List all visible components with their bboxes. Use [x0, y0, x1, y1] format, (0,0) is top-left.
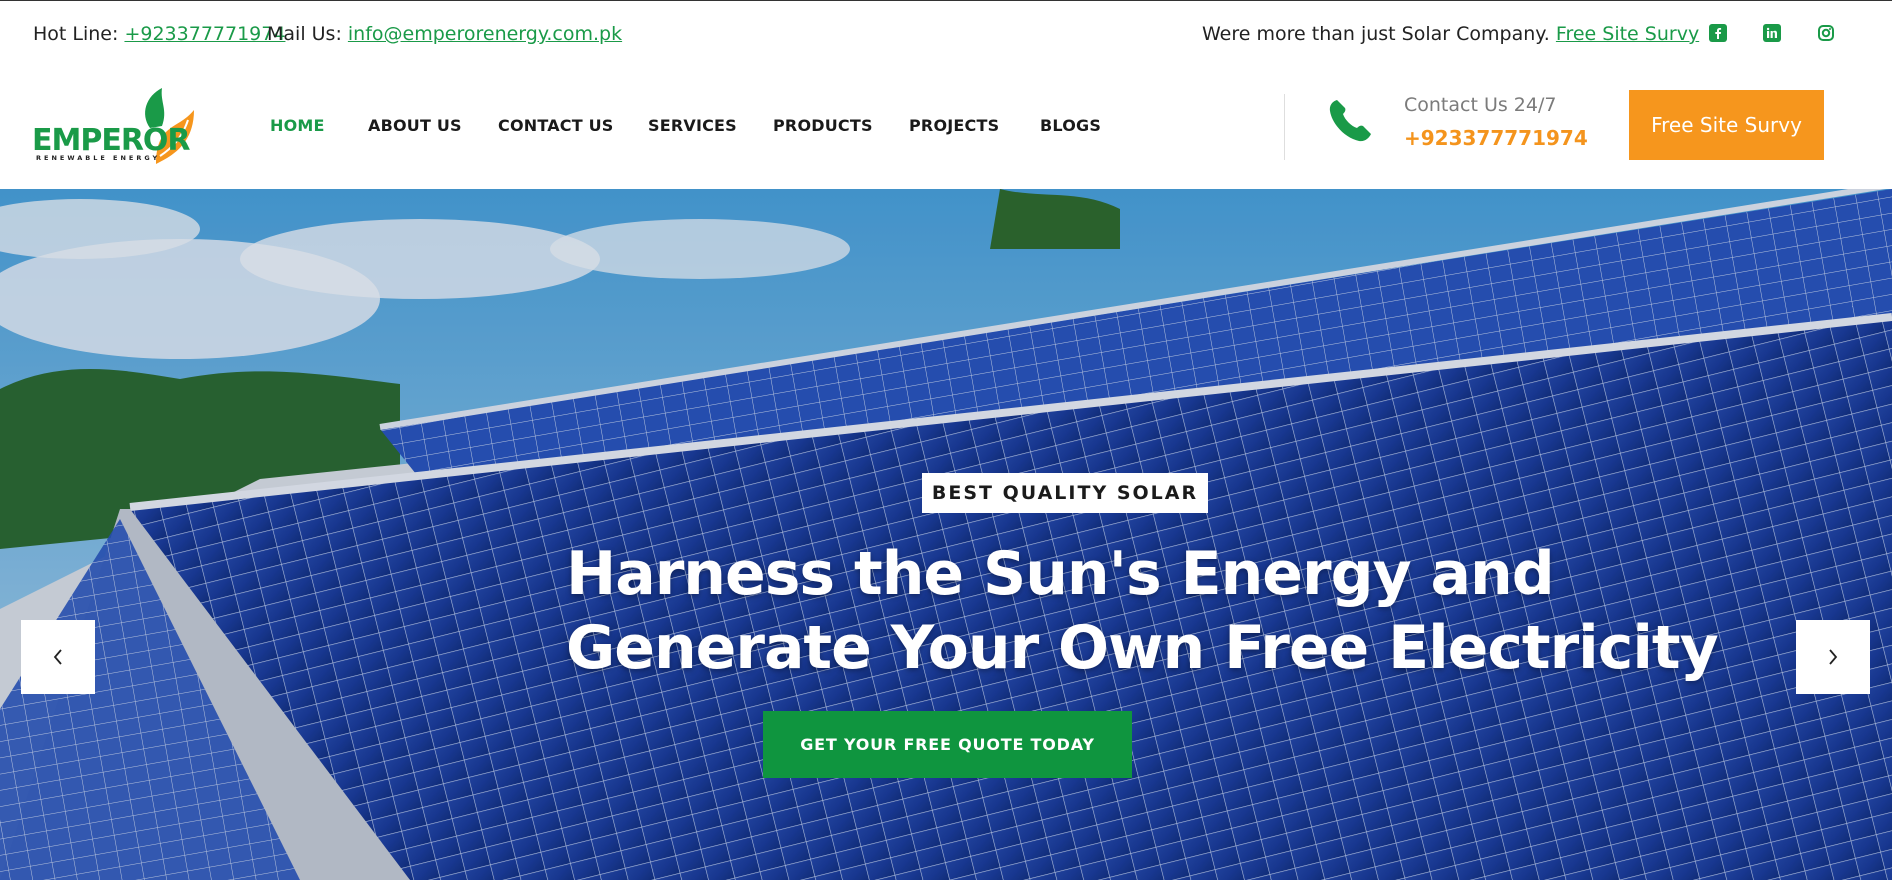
nav-contact-us[interactable]: CONTACT US — [498, 116, 614, 135]
main-header: EMPEROR RENEWABLE ENERGY HOME ABOUT US C… — [0, 64, 1892, 189]
hotline-number-link[interactable]: +923377771974 — [124, 23, 285, 45]
slider-prev-button[interactable] — [21, 620, 95, 694]
nav-blogs[interactable]: BLOGS — [1040, 116, 1101, 135]
hotline-label: Hot Line: — [33, 23, 119, 45]
top-bar: Hot Line: +923377771974 Mail Us: info@em… — [0, 0, 1892, 64]
nav-about-us[interactable]: ABOUT US — [368, 116, 462, 135]
phone-icon — [1325, 96, 1375, 146]
free-site-survey-button[interactable]: Free Site Survy — [1629, 90, 1824, 160]
hero-headline-line-1: Harness the Sun's Energy and — [566, 539, 1555, 609]
mail: Mail Us: info@emperorenergy.com.pk — [267, 21, 622, 47]
logo-subtitle: RENEWABLE ENERGY — [36, 154, 160, 162]
nav-services[interactable]: SERVICES — [648, 116, 737, 135]
header-divider — [1284, 94, 1285, 160]
logo[interactable]: EMPEROR RENEWABLE ENERGY — [32, 86, 202, 166]
mail-label: Mail Us: — [267, 23, 342, 45]
hero-headline: Harness the Sun's Energy and Generate Yo… — [566, 537, 1766, 685]
hero-slider: BEST QUALITY SOLAR Harness the Sun's Ene… — [0, 189, 1892, 880]
logo-wordmark: EMPEROR — [32, 123, 190, 158]
nav-products[interactable]: PRODUCTS — [773, 116, 873, 135]
tagline: Were more than just Solar Company. Free … — [1202, 21, 1699, 47]
free-quote-button[interactable]: GET YOUR FREE QUOTE TODAY — [763, 711, 1132, 778]
chevron-left-icon — [53, 649, 62, 665]
chevron-right-icon — [1829, 649, 1838, 665]
nav-projects[interactable]: PROJECTS — [909, 116, 999, 135]
free-site-survey-link[interactable]: Free Site Survy — [1556, 23, 1699, 45]
instagram-icon[interactable] — [1817, 24, 1835, 42]
nav-home[interactable]: HOME — [270, 116, 325, 135]
contact-number[interactable]: +923377771974 — [1404, 126, 1588, 150]
hotline: Hot Line: +923377771974 — [33, 21, 285, 47]
slider-next-button[interactable] — [1796, 620, 1870, 694]
linkedin-icon[interactable] — [1763, 24, 1781, 42]
hero-badge: BEST QUALITY SOLAR — [922, 473, 1208, 513]
tagline-text: Were more than just Solar Company. — [1202, 23, 1550, 45]
facebook-icon[interactable] — [1709, 24, 1727, 42]
contact-label: Contact Us 24/7 — [1404, 94, 1557, 116]
mail-address-link[interactable]: info@emperorenergy.com.pk — [348, 23, 622, 45]
hero-headline-line-2: Generate Your Own Free Electricity — [566, 613, 1719, 683]
